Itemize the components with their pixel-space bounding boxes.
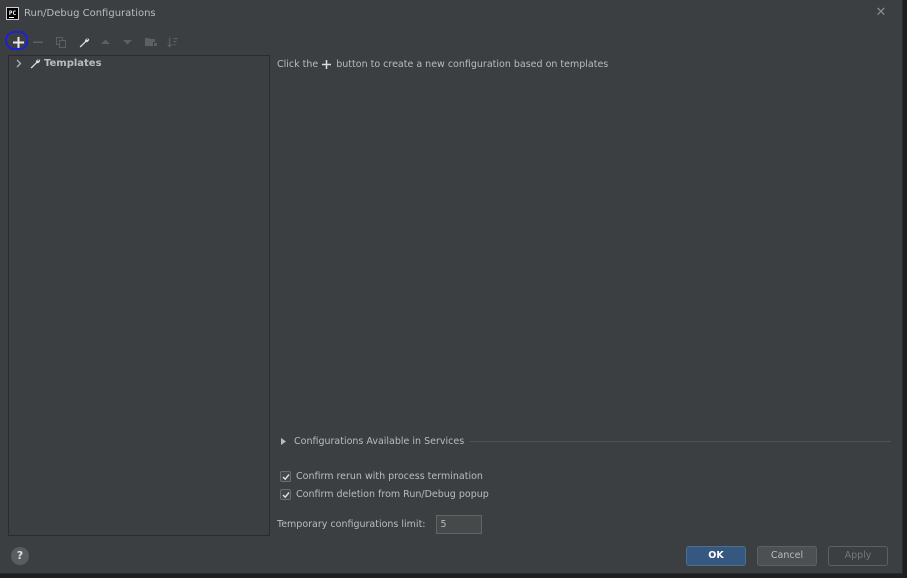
services-section-label: Configurations Available in Services (294, 435, 465, 447)
move-up-button[interactable] (97, 33, 113, 51)
checkmark-icon (282, 473, 290, 480)
add-icon (12, 36, 24, 48)
move-down-icon (122, 40, 132, 45)
confirm-deletion-checkbox[interactable] (280, 488, 291, 500)
services-section-toggle[interactable]: Configurations Available in Services (281, 434, 891, 448)
move-down-button[interactable] (119, 33, 135, 51)
wrench-icon (79, 37, 89, 47)
hint-text-after: button to create a new configuration bas… (336, 59, 609, 70)
ok-button[interactable]: OK (686, 546, 746, 566)
move-to-folder-button[interactable] (143, 33, 159, 51)
confirm-rerun-checkbox-row[interactable]: Confirm rerun with process termination (280, 469, 483, 483)
copy-icon (56, 36, 66, 48)
confirm-deletion-checkbox-row[interactable]: Confirm deletion from Run/Debug popup (280, 487, 489, 501)
cancel-button[interactable]: Cancel (757, 546, 817, 566)
close-button[interactable]: ✕ (874, 5, 888, 21)
remove-configuration-button[interactable] (30, 33, 46, 51)
temporary-limit-input[interactable] (435, 514, 482, 534)
confirm-rerun-label: Confirm rerun with process termination (296, 470, 483, 482)
section-divider (470, 441, 891, 442)
edit-templates-button[interactable] (76, 33, 92, 51)
confirm-deletion-label: Confirm deletion from Run/Debug popup (296, 488, 489, 500)
triangle-right-icon (281, 437, 289, 445)
empty-state-hint: Click the button to create a new configu… (277, 59, 608, 70)
move-up-icon (100, 39, 110, 44)
tree-item-label: Templates (44, 58, 102, 69)
sort-icon (166, 37, 177, 47)
configurations-toolbar (6, 33, 206, 51)
temporary-limit-label: Temporary configurations limit: (277, 518, 426, 530)
pycharm-logo-icon: PC (6, 7, 19, 20)
apply-button[interactable]: Apply (828, 546, 888, 566)
remove-icon (33, 41, 43, 43)
add-configuration-button[interactable] (10, 33, 26, 51)
add-icon (322, 60, 332, 69)
sort-configurations-button[interactable] (164, 33, 180, 51)
run-debug-configurations-dialog: PC Run/Debug Configurations ✕ Templates … (0, 0, 903, 574)
dialog-title: Run/Debug Configurations (24, 8, 156, 19)
configurations-tree: Templates (8, 55, 270, 536)
tree-item-templates[interactable]: Templates (9, 56, 269, 72)
copy-configuration-button[interactable] (53, 33, 69, 51)
title-bar: PC Run/Debug Configurations ✕ (0, 0, 902, 28)
confirm-rerun-checkbox[interactable] (280, 470, 291, 482)
folder-icon (145, 38, 157, 46)
chevron-right-icon[interactable] (16, 59, 22, 68)
hint-text-before: Click the (277, 59, 319, 70)
help-button[interactable]: ? (11, 547, 29, 565)
checkmark-icon (282, 491, 290, 498)
wrench-icon (30, 59, 41, 69)
temporary-limit-row: Temporary configurations limit: (277, 514, 482, 534)
